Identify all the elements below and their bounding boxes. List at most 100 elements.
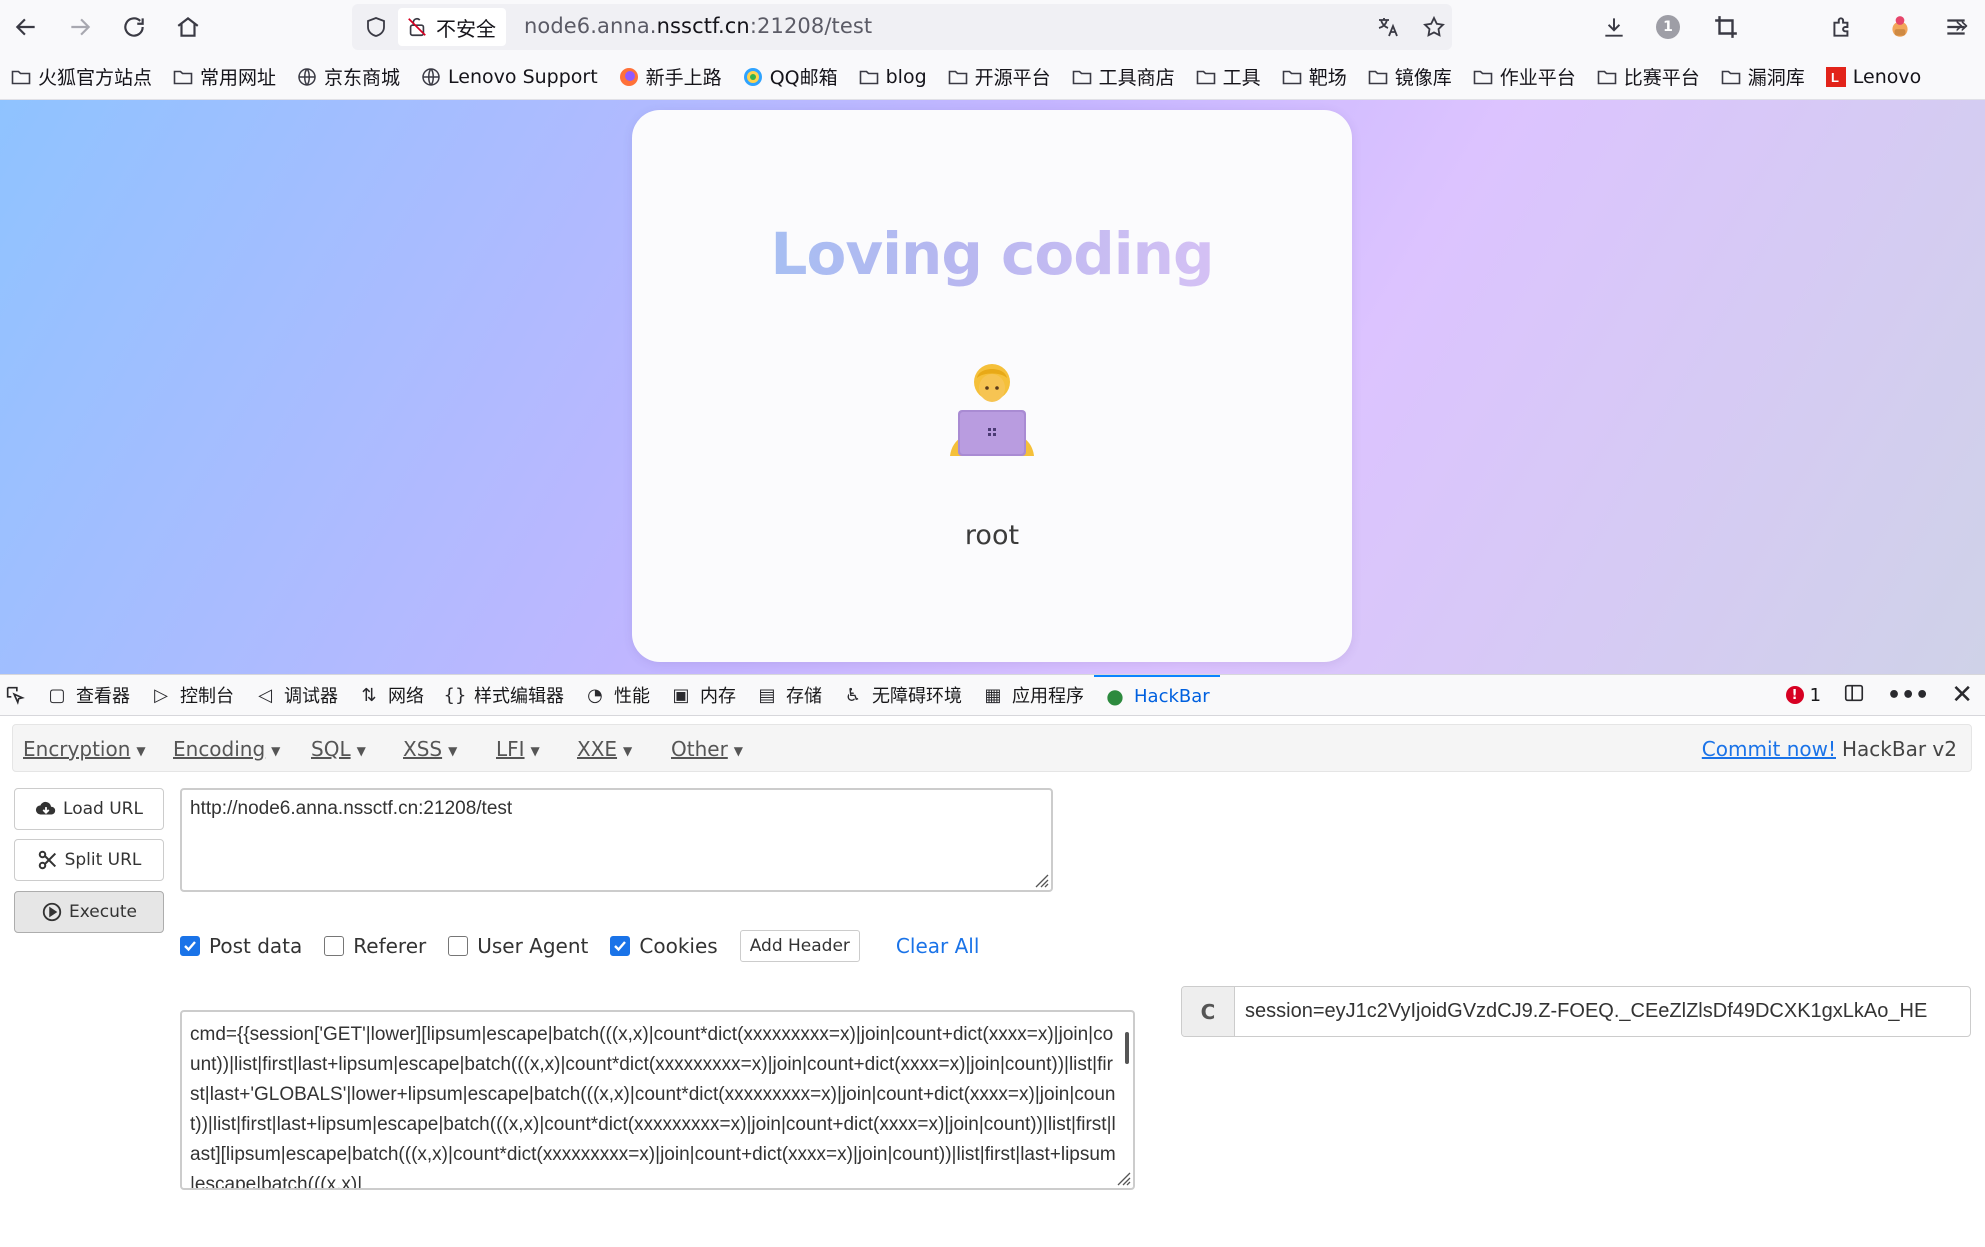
execute-button[interactable]: Execute <box>14 891 164 933</box>
menu-sql[interactable]: SQL ▼ <box>311 737 366 761</box>
more-options-icon[interactable]: ••• <box>1887 683 1929 708</box>
element-picker-icon[interactable] <box>0 675 36 715</box>
crop-screenshot-icon[interactable] <box>1706 7 1746 47</box>
bookmark-item[interactable]: L Lenovo <box>1825 66 1921 88</box>
hackbar-panel: Commit now! HackBar v2 Encryption ▼ Encodin… <box>0 716 1985 1247</box>
bookmark-item[interactable]: QQ邮箱 <box>742 63 838 90</box>
option-cookies[interactable]: Cookies <box>610 934 718 958</box>
option-post-data[interactable]: Post data <box>180 934 302 958</box>
bookmark-item[interactable]: 开源平台 <box>947 63 1051 90</box>
bookmark-item[interactable]: 京东商城 <box>296 63 400 90</box>
translate-icon[interactable] <box>1372 11 1404 43</box>
tracking-shield-icon[interactable] <box>360 11 392 43</box>
tab-application[interactable]: ▦ 应用程序 <box>972 675 1094 715</box>
folder-icon <box>1281 66 1303 88</box>
commit-now-link[interactable]: Commit now! <box>1702 737 1836 761</box>
back-arrow-icon[interactable] <box>6 7 46 47</box>
bookmark-item[interactable]: Lenovo Support <box>420 66 598 88</box>
close-devtools-icon[interactable]: ✕ <box>1951 680 1973 710</box>
tab-memory[interactable]: ▣ 内存 <box>660 675 746 715</box>
split-url-button[interactable]: Split URL <box>14 839 164 881</box>
menu-xxe[interactable]: XXE ▼ <box>577 737 632 761</box>
load-url-label: Load URL <box>63 799 143 819</box>
error-count-badge[interactable]: ! 1 <box>1785 685 1821 706</box>
tab-style-editor[interactable]: {} 样式编辑器 <box>434 675 574 715</box>
forward-arrow-icon[interactable] <box>60 7 100 47</box>
address-bar[interactable]: 不安全 node6.anna.nssctf.cn:21208/test <box>352 4 1452 50</box>
tab-label: 查看器 <box>76 686 130 707</box>
cookie-input[interactable]: session=eyJ1c2VyIjoidGVzdCJ9.Z-FOEQ._CEe… <box>1235 987 1970 1036</box>
resize-grip-icon[interactable] <box>1031 870 1049 888</box>
url-text[interactable]: node6.anna.nssctf.cn:21208/test <box>524 14 872 38</box>
menu-encryption[interactable]: Encryption ▼ <box>23 737 146 761</box>
tab-performance[interactable]: ◔ 性能 <box>574 675 660 715</box>
tab-network[interactable]: ⇅ 网络 <box>348 675 434 715</box>
post-data-scrollbar[interactable] <box>1125 1032 1129 1064</box>
hackbar-commit-area: Commit now! HackBar v2 <box>1702 737 1957 761</box>
menu-label: Encryption <box>23 737 131 761</box>
folder-icon <box>858 66 880 88</box>
bookmark-label: 靶场 <box>1308 67 1347 89</box>
bookmark-label: 作业平台 <box>1499 67 1576 89</box>
bookmark-item[interactable]: 靶场 <box>1281 63 1347 90</box>
reload-icon[interactable] <box>114 7 154 47</box>
cloud-download-icon <box>35 801 56 815</box>
dock-side-icon[interactable] <box>1843 682 1865 708</box>
menu-encoding[interactable]: Encoding ▼ <box>173 737 280 761</box>
bookmark-item[interactable]: 漏洞库 <box>1720 63 1805 90</box>
checkbox[interactable] <box>610 936 631 956</box>
tab-debugger[interactable]: ◁ 调试器 <box>244 675 348 715</box>
menu-other[interactable]: Other ▼ <box>671 737 743 761</box>
checkbox[interactable] <box>324 936 345 956</box>
insecure-label: 不安全 <box>436 16 496 41</box>
caret-down-icon: ▼ <box>530 743 540 758</box>
add-header-button[interactable]: Add Header <box>739 930 860 962</box>
folder-icon <box>1195 66 1217 88</box>
resize-grip-icon[interactable] <box>1113 1168 1131 1186</box>
insecure-connection-badge[interactable]: 不安全 <box>398 8 506 46</box>
extension-notification-icon[interactable]: 1 <box>1648 7 1688 47</box>
bookmark-item[interactable]: 常用网址 <box>172 63 276 90</box>
tab-hackbar[interactable]: ● HackBar <box>1094 675 1220 715</box>
play-circle-icon <box>42 902 62 922</box>
menu-lfi[interactable]: LFI ▼ <box>496 737 540 761</box>
checkbox[interactable] <box>448 936 469 956</box>
bookmark-item[interactable]: 作业平台 <box>1472 63 1576 90</box>
load-url-button[interactable]: Load URL <box>14 788 164 830</box>
bookmark-star-icon[interactable] <box>1418 11 1450 43</box>
tab-console[interactable]: ▷ 控制台 <box>140 675 244 715</box>
downloads-icon[interactable] <box>1594 7 1634 47</box>
bookmark-item[interactable]: 火狐官方站点 <box>10 63 152 90</box>
caret-down-icon: ▼ <box>136 743 146 758</box>
bookmark-label: 火狐官方站点 <box>38 67 153 89</box>
home-icon[interactable] <box>168 7 208 47</box>
bookmark-item[interactable]: 工具 <box>1195 63 1261 90</box>
checkbox[interactable] <box>180 936 200 956</box>
tab-label: 调试器 <box>284 686 338 707</box>
username-text: root <box>964 520 1020 551</box>
url-textarea[interactable]: http://node6.anna.nssctf.cn:21208/test <box>180 788 1053 892</box>
option-referer[interactable]: Referer <box>324 934 426 958</box>
tab-storage[interactable]: ▤ 存储 <box>746 675 832 715</box>
option-user-agent[interactable]: User Agent <box>448 934 588 958</box>
menu-xss[interactable]: XSS ▼ <box>403 737 457 761</box>
bookmark-item[interactable]: 新手上路 <box>618 63 722 90</box>
bookmark-item[interactable]: blog <box>858 66 927 88</box>
tab-inspector[interactable]: ▢ 查看器 <box>36 675 140 715</box>
post-data-textarea[interactable]: cmd={{session['GET'|lower][lipsum|escape… <box>180 1010 1135 1190</box>
bookmarks-overflow-icon[interactable]: » <box>1954 11 1969 39</box>
extensions-puzzle-icon[interactable] <box>1822 7 1862 47</box>
notification-count: 1 <box>1656 15 1680 39</box>
scissors-icon <box>38 850 56 870</box>
bookmark-label: QQ邮箱 <box>769 67 838 89</box>
caret-down-icon: ▼ <box>271 743 281 758</box>
clear-all-link[interactable]: Clear All <box>896 934 979 958</box>
cookie-field-label: C <box>1182 987 1235 1036</box>
bookmark-item[interactable]: 镜像库 <box>1367 63 1452 90</box>
bookmark-item[interactable]: 比赛平台 <box>1596 63 1700 90</box>
folder-icon <box>1071 66 1093 88</box>
caret-down-icon: ▼ <box>733 743 744 758</box>
tab-accessibility[interactable]: ♿ 无障碍环境 <box>832 675 972 715</box>
bookmark-item[interactable]: 工具商店 <box>1071 63 1175 90</box>
account-avatar-icon[interactable] <box>1880 7 1920 47</box>
